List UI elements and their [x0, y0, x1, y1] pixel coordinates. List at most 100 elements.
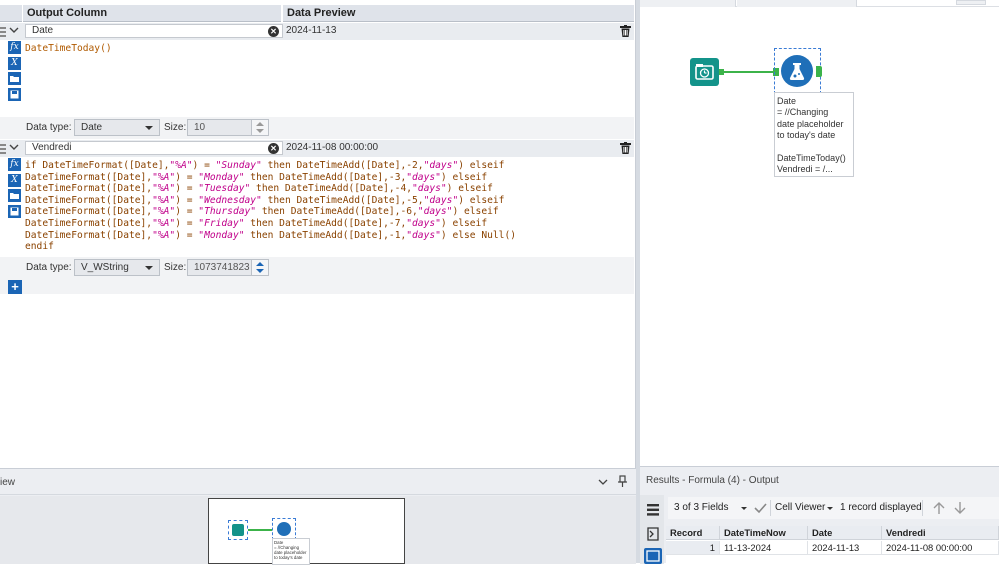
- field-name-input[interactable]: Date: [25, 24, 283, 38]
- data-type-value: V_WString: [81, 262, 129, 273]
- data-view-icon[interactable]: [647, 503, 659, 517]
- chevron-down-icon[interactable]: [598, 477, 608, 487]
- formula-tool-icon[interactable]: [781, 55, 813, 87]
- expression-line: DateTimeFormat([Date],"%A") = "Friday" t…: [25, 217, 488, 229]
- arrow-down-icon[interactable]: [954, 501, 966, 515]
- clear-icon[interactable]: ✕: [268, 142, 279, 154]
- size-field[interactable]: 1073741823: [187, 259, 269, 276]
- column-header[interactable]: Vendredi: [882, 526, 999, 540]
- expression-editor-vendredi[interactable]: if DateTimeFormat([Date],"%A") = "Sunday…: [25, 160, 516, 253]
- column-header[interactable]: Date: [808, 526, 882, 540]
- pin-icon[interactable]: [617, 475, 628, 488]
- checkmark-icon[interactable]: [753, 501, 767, 515]
- expression-line: DateTimeFormat([Date],"%A") = "Monday" t…: [25, 229, 516, 241]
- overview-viewport[interactable]: Date = //Changing date placeholder to to…: [208, 498, 405, 565]
- annotation-line: to today's date: [777, 130, 836, 141]
- expression-line: DateTimeFormat([Date],"%A") = "Thursday"…: [25, 206, 499, 218]
- overview-title: iew: [0, 477, 16, 488]
- expression-line: DateTimeToday(): [25, 43, 112, 54]
- arrow-up-icon[interactable]: [933, 501, 945, 515]
- canvas-tab[interactable]: [640, 0, 736, 7]
- table-cell[interactable]: 11-13-2024: [720, 541, 808, 554]
- output-anchor[interactable]: [816, 66, 822, 77]
- folder-icon[interactable]: [8, 72, 21, 86]
- collapse-chevron-icon[interactable]: [8, 141, 20, 155]
- data-type-value: Date: [81, 122, 103, 133]
- data-type-dropdown[interactable]: V_WString: [74, 259, 160, 276]
- expression-toolbar: fx X: [8, 158, 22, 220]
- chevron-down-icon: [145, 266, 153, 270]
- data-type-dropdown[interactable]: Date: [74, 119, 160, 136]
- results-sidebar: [640, 495, 664, 564]
- expression-line: DateTimeFormat([Date],"%A") = "Monday" t…: [25, 171, 488, 183]
- trash-icon[interactable]: [620, 25, 631, 37]
- data-type-label: Data type:: [26, 262, 72, 273]
- column-header[interactable]: DateTimeNow: [720, 526, 808, 540]
- expression-editor-date[interactable]: DateTimeToday(): [25, 43, 112, 55]
- metadata-icon[interactable]: [647, 527, 659, 541]
- canvas-tab-strip: [640, 0, 999, 7]
- mini-annotation-line: to today's date: [274, 555, 303, 560]
- overview-pane: iew Date = //Changing date placeholder t…: [0, 468, 636, 565]
- annotation-line: [777, 142, 851, 153]
- column-header[interactable]: Record: [666, 526, 720, 540]
- record-number-cell[interactable]: 1: [666, 541, 720, 554]
- annotation-line: = //Changing: [777, 107, 829, 118]
- size-stepper[interactable]: [251, 260, 268, 275]
- table-cell[interactable]: 2024-11-08 00:00:00: [882, 541, 999, 554]
- save-icon[interactable]: [8, 204, 21, 218]
- fx-icon[interactable]: fx: [8, 41, 21, 54]
- message-icon[interactable]: [644, 548, 662, 564]
- tool-annotation: Date = //Changing date placeholder to to…: [774, 92, 854, 177]
- mini-connector: [248, 529, 273, 531]
- output-column-header: Output Column: [23, 5, 281, 22]
- expression-line: DateTimeFormat([Date],"%A") = "Tuesday" …: [25, 183, 493, 195]
- data-preview-header: Data Preview: [283, 5, 634, 22]
- data-type-label: Data type:: [26, 122, 72, 133]
- overview-canvas[interactable]: Date = //Changing date placeholder to to…: [0, 496, 636, 565]
- canvas-tab-button[interactable]: [956, 0, 986, 5]
- connection-line[interactable]: [724, 71, 773, 73]
- expression-toolbar: fx X: [8, 41, 22, 103]
- mini-input-tool: [228, 520, 248, 540]
- results-toolbar: 3 of 3 Fields Cell Viewer 1 record displ…: [668, 497, 999, 519]
- field-preview-value: 2024-11-08 00:00:00: [286, 142, 379, 153]
- header-corner: [0, 5, 22, 22]
- size-stepper[interactable]: [251, 120, 268, 135]
- cell-viewer-button[interactable]: Cell Viewer: [775, 501, 825, 515]
- field-name-input[interactable]: Vendredi: [25, 141, 283, 155]
- trash-icon[interactable]: [620, 142, 631, 154]
- collapse-chevron-icon[interactable]: [8, 24, 20, 38]
- variable-icon[interactable]: X: [8, 56, 21, 70]
- overview-header: iew: [0, 469, 636, 495]
- drag-handle-icon[interactable]: [0, 141, 6, 155]
- results-grid[interactable]: Record DateTimeNow Date Vendredi 1 11-13…: [666, 526, 999, 564]
- table-cell[interactable]: 2024-11-13: [808, 541, 882, 554]
- formula-config-pane: Output Column Data Preview Date ✕ 2024-1…: [0, 0, 636, 468]
- fields-selector[interactable]: 3 of 3 Fields: [674, 501, 728, 515]
- folder-icon[interactable]: [8, 189, 21, 203]
- canvas-tab[interactable]: [737, 0, 857, 7]
- expression-line: if DateTimeFormat([Date],"%A") = "Sunday…: [25, 160, 505, 171]
- mini-formula-tool: [272, 518, 296, 540]
- drag-handle-icon[interactable]: [0, 24, 6, 38]
- mini-annotation: Date = //Changing date placeholder to to…: [272, 538, 310, 565]
- clear-icon[interactable]: ✕: [268, 25, 279, 37]
- add-field-button[interactable]: +: [8, 280, 22, 294]
- fx-icon[interactable]: fx: [8, 158, 21, 171]
- save-icon[interactable]: [8, 87, 21, 101]
- toolbar-divider: [922, 500, 923, 516]
- toolbar-divider: [770, 500, 771, 516]
- chevron-down-icon[interactable]: [827, 507, 833, 510]
- size-value: 1073741823: [194, 262, 250, 273]
- annotation-line: Vendredi = /...: [777, 164, 833, 175]
- size-field[interactable]: 10: [187, 119, 269, 136]
- annotation-line: DateTimeToday(): [777, 153, 846, 164]
- input-tool-icon[interactable]: [690, 58, 719, 86]
- variable-icon[interactable]: X: [8, 173, 21, 187]
- field-preview-value: 2024-11-13: [286, 25, 337, 36]
- expression-line: DateTimeFormat([Date],"%A") = "Wednesday…: [25, 194, 505, 206]
- annotation-line: date placeholder: [777, 118, 844, 129]
- row-divider: [666, 554, 999, 555]
- chevron-down-icon[interactable]: [741, 507, 747, 510]
